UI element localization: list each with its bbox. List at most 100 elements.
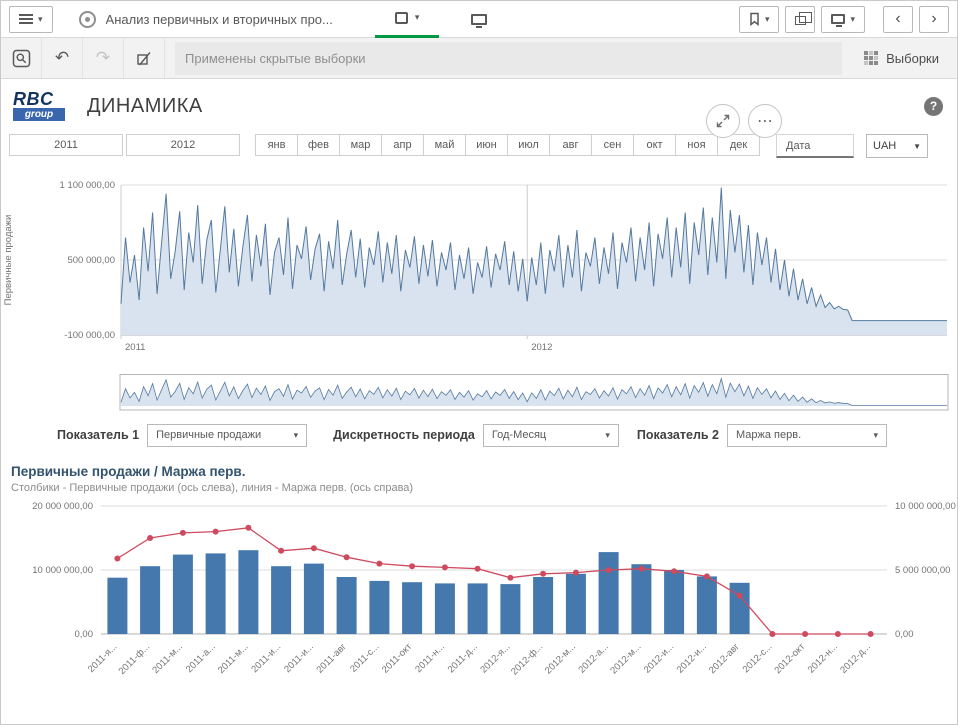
svg-text:2011-ф...: 2011-ф...: [117, 641, 153, 677]
logo-text-rbc: RBC: [13, 91, 65, 107]
sheet-nav-group: ▾: [375, 1, 496, 38]
month-filter-list: янв фев мар апр май июн июл авг сен окт …: [255, 134, 759, 156]
month-filter-aug[interactable]: авг: [549, 134, 592, 156]
indicator2-select[interactable]: Маржа перв. ▾: [727, 424, 887, 447]
month-filter-jul[interactable]: июл: [507, 134, 550, 156]
expand-chart-button[interactable]: [706, 104, 740, 138]
svg-text:2011-я...: 2011-я...: [86, 641, 120, 675]
page-title: ДИНАМИКА: [87, 95, 203, 118]
svg-text:0,00: 0,00: [75, 629, 94, 640]
indicator2-label: Показатель 2: [637, 428, 719, 442]
chart-menu-button[interactable]: ⋯: [748, 104, 782, 138]
hamburger-icon: [19, 14, 33, 24]
month-filter-may[interactable]: май: [423, 134, 466, 156]
chevron-down-icon: ▾: [38, 15, 43, 24]
chevron-down-icon: ▾: [605, 431, 610, 440]
chevron-down-icon: ▾: [415, 13, 420, 22]
timeline-navigator[interactable]: [1, 373, 957, 418]
svg-text:2012-авг: 2012-авг: [707, 641, 742, 676]
duplicate-sheet-button[interactable]: [785, 6, 815, 33]
svg-text:2011-н...: 2011-н...: [413, 641, 447, 675]
controls-row: Показатель 1 Первичные продажи ▾ Дискрет…: [1, 422, 957, 448]
month-filter-oct[interactable]: окт: [633, 134, 676, 156]
indicator1-label: Показатель 1: [57, 428, 139, 442]
year-filter-2012[interactable]: 2012: [126, 134, 240, 156]
svg-text:2012-я...: 2012-я...: [478, 641, 512, 675]
selections-back-button[interactable]: ↶: [42, 38, 83, 78]
svg-text:2011-д...: 2011-д...: [446, 641, 480, 675]
chevron-down-icon: ▾: [873, 431, 878, 440]
selections-forward-button[interactable]: ↷: [83, 38, 124, 78]
more-options-icon: ⋯: [757, 111, 773, 131]
bookmark-button[interactable]: ▾: [739, 6, 780, 33]
svg-text:2012: 2012: [531, 342, 552, 353]
sheet-navigation-button[interactable]: ▾: [375, 1, 440, 38]
toolbar-right-group: ▾ ▾ ‹ ›: [739, 6, 949, 33]
next-sheet-button[interactable]: ›: [919, 6, 949, 33]
svg-text:2012-ф...: 2012-ф...: [509, 641, 545, 677]
svg-text:2012-м...: 2012-м...: [608, 641, 643, 676]
combo-chart-section: Первичные продажи / Маржа перв. Столбики…: [1, 464, 957, 703]
month-filter-mar[interactable]: мар: [339, 134, 382, 156]
help-button[interactable]: ?: [924, 97, 943, 116]
combo-chart-subtitle: Столбики - Первичные продажи (ось слева)…: [11, 482, 957, 494]
main-menu-button[interactable]: ▾: [9, 6, 53, 33]
period-select[interactable]: Год-Месяц ▾: [483, 424, 619, 447]
month-filter-sep[interactable]: сен: [591, 134, 634, 156]
currency-value: UAH: [873, 140, 896, 152]
svg-text:2011-и...: 2011-и...: [282, 641, 316, 675]
filter-row: 2011 2012 янв фев мар апр май июн июл ав…: [1, 129, 957, 162]
svg-text:500 000,00: 500 000,00: [67, 255, 115, 266]
svg-text:0,00: 0,00: [895, 629, 914, 640]
svg-text:2011-м...: 2011-м...: [150, 641, 185, 676]
month-filter-feb[interactable]: фев: [297, 134, 340, 156]
month-filter-apr[interactable]: апр: [381, 134, 424, 156]
qlik-sense-app: ▾ Анализ первичных и вторичных про... ▾ …: [0, 0, 958, 725]
svg-text:2012-д...: 2012-д...: [838, 641, 872, 675]
smart-search-icon: [12, 49, 31, 68]
svg-text:2011-а...: 2011-а...: [184, 641, 218, 675]
svg-text:-100 000,00: -100 000,00: [64, 330, 115, 341]
indicator2-value: Маржа перв.: [736, 429, 801, 441]
selections-message-text: Применены скрытые выборки: [185, 51, 366, 66]
combo-chart-svg[interactable]: 20 000 000,0010 000 000,000,0010 000 000…: [1, 498, 958, 703]
svg-text:2012-а...: 2012-а...: [576, 641, 610, 675]
svg-text:2012-с...: 2012-с...: [741, 641, 775, 675]
month-filter-jun[interactable]: июн: [465, 134, 508, 156]
sheet-header: RBC group ДИНАМИКА ?: [1, 79, 957, 129]
chevron-right-icon: ›: [931, 11, 936, 27]
app-title: Анализ первичных и вторичных про...: [106, 12, 333, 27]
date-search-input[interactable]: Дата: [776, 134, 854, 158]
chevron-left-icon: ‹: [895, 11, 900, 27]
currency-select[interactable]: UAH ▼: [866, 134, 928, 158]
step-forward-icon: ↷: [96, 48, 110, 68]
logo-text-group: group: [13, 108, 65, 121]
app-info-icon: [79, 11, 96, 28]
year-filter-2011[interactable]: 2011: [9, 134, 123, 156]
svg-text:2012-м...: 2012-м...: [543, 641, 578, 676]
selections-tool-button[interactable]: Выборки: [856, 51, 947, 66]
timeline-chart-svg[interactable]: 1 100 000,00500 000,00-100 000,002011201…: [1, 170, 958, 356]
svg-text:2011-с...: 2011-с...: [348, 641, 381, 674]
chevron-down-icon: ▼: [913, 142, 921, 151]
present-monitor-button[interactable]: ▾: [821, 6, 865, 33]
period-label: Дискретность периода: [333, 428, 475, 442]
combo-chart-title: Первичные продажи / Маржа перв.: [11, 464, 957, 479]
svg-text:2012-окт: 2012-окт: [772, 641, 807, 676]
primary-sales-timeline-chart[interactable]: 1 100 000,00500 000,00-100 000,002011201…: [1, 170, 957, 361]
selections-message: Применены скрытые выборки: [175, 42, 842, 75]
presentation-button[interactable]: [463, 1, 495, 38]
svg-text:20 000 000,00: 20 000 000,00: [32, 501, 93, 512]
month-filter-jan[interactable]: янв: [255, 134, 298, 156]
duplicate-icon: [795, 16, 806, 25]
prev-sheet-button[interactable]: ‹: [883, 6, 913, 33]
month-filter-nov[interactable]: ноя: [675, 134, 718, 156]
top-toolbar: ▾ Анализ первичных и вторичных про... ▾ …: [1, 1, 957, 38]
indicator1-select[interactable]: Первичные продажи ▾: [147, 424, 307, 447]
minimap-svg[interactable]: [1, 373, 958, 413]
svg-text:2011: 2011: [125, 342, 145, 353]
chevron-down-icon: ▾: [850, 15, 855, 24]
smart-search-button[interactable]: [1, 38, 42, 78]
indicator1-value: Первичные продажи: [156, 429, 261, 441]
clear-selections-button[interactable]: [124, 38, 165, 78]
